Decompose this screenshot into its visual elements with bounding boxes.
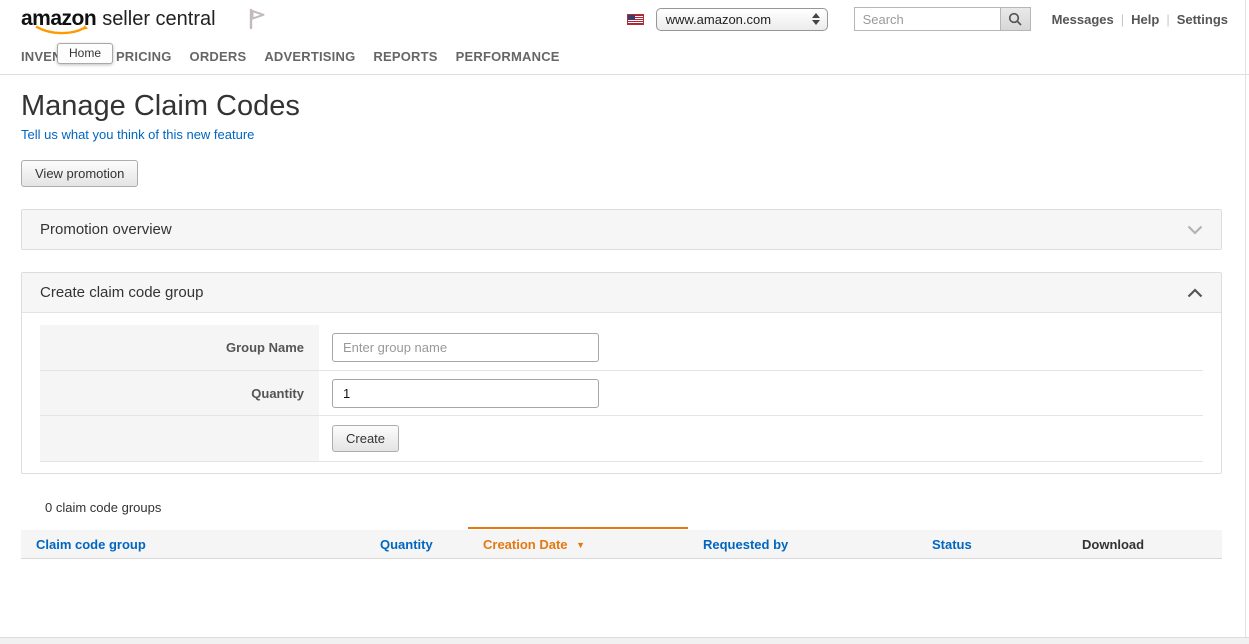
create-group-title: Create claim code group (40, 284, 203, 301)
search-input[interactable] (854, 7, 1000, 31)
nav-item-reports[interactable]: REPORTS (373, 49, 437, 64)
column-header-requested-by[interactable]: Requested by (688, 537, 917, 552)
top-links: Messages | Help | Settings (1045, 12, 1235, 27)
top-bar-right: www.amazon.com Messages | Help | (627, 7, 1235, 31)
top-bar: amazon seller central www.amazon.com (0, 0, 1249, 38)
column-header-creation-date[interactable]: Creation Date ▼ (468, 537, 688, 552)
creation-date-label: Creation Date (483, 537, 568, 552)
nav-item-pricing[interactable]: PRICING (116, 49, 172, 64)
group-name-label: Group Name (40, 325, 319, 370)
create-group-body: Group Name Quantity Create (22, 312, 1221, 473)
header-search (854, 7, 1031, 31)
help-link[interactable]: Help (1124, 12, 1166, 27)
nav-item-performance[interactable]: PERFORMANCE (456, 49, 560, 64)
empty-label-cell (40, 416, 319, 461)
column-header-status[interactable]: Status (917, 537, 1067, 552)
view-promotion-button[interactable]: View promotion (21, 160, 138, 187)
claim-code-groups-count: 0 claim code groups (21, 500, 1222, 515)
nav-item-advertising[interactable]: ADVERTISING (264, 49, 355, 64)
sorted-column-indicator-bar (468, 527, 688, 529)
settings-link[interactable]: Settings (1170, 12, 1235, 27)
promotion-overview-panel: Promotion overview (21, 209, 1222, 250)
sort-desc-icon: ▼ (576, 540, 585, 550)
quantity-label: Quantity (40, 371, 319, 415)
messages-link[interactable]: Messages (1045, 12, 1121, 27)
seller-central-page: amazon seller central www.amazon.com (0, 0, 1249, 644)
group-name-row: Group Name (40, 325, 1203, 371)
promotion-overview-header[interactable]: Promotion overview (22, 210, 1221, 249)
chevron-down-icon (1187, 225, 1203, 235)
horizontal-scrollbar[interactable] (0, 637, 1249, 644)
select-updown-icon (812, 13, 820, 25)
home-tooltip: Home (57, 43, 113, 64)
pennant-flag-icon[interactable] (248, 8, 266, 30)
seller-central-logo[interactable]: amazon seller central (21, 7, 216, 31)
create-button-row: Create (40, 416, 1203, 462)
search-icon (1008, 12, 1022, 26)
main-content: Manage Claim Codes Tell us what you thin… (21, 91, 1222, 559)
create-button[interactable]: Create (332, 425, 399, 452)
group-name-input[interactable] (332, 333, 599, 362)
quantity-input[interactable] (332, 379, 599, 408)
feedback-link[interactable]: Tell us what you think of this new featu… (21, 127, 254, 142)
claim-codes-table-header: Claim code group Quantity Creation Date … (21, 530, 1222, 559)
column-header-quantity[interactable]: Quantity (365, 537, 468, 552)
main-nav: INVENTORY PRICING ORDERS ADVERTISING REP… (0, 38, 1249, 75)
logo-seller-central-text: seller central (102, 8, 215, 31)
marketplace-value: www.amazon.com (666, 12, 812, 27)
column-header-download: Download (1067, 537, 1222, 552)
create-claim-code-group-panel: Create claim code group Group Name Quant… (21, 272, 1222, 474)
quantity-row: Quantity (40, 371, 1203, 416)
us-flag-icon (627, 14, 644, 25)
nav-item-orders[interactable]: ORDERS (190, 49, 247, 64)
page-title: Manage Claim Codes (21, 91, 1222, 121)
chevron-up-icon (1187, 288, 1203, 298)
column-header-claim-code-group[interactable]: Claim code group (21, 537, 365, 552)
amazon-smile-icon (34, 25, 90, 35)
search-button[interactable] (1000, 7, 1031, 31)
promotion-overview-title: Promotion overview (40, 221, 172, 238)
marketplace-select[interactable]: www.amazon.com (656, 8, 828, 31)
create-group-header[interactable]: Create claim code group (22, 273, 1221, 312)
window-right-edge (1245, 0, 1246, 637)
